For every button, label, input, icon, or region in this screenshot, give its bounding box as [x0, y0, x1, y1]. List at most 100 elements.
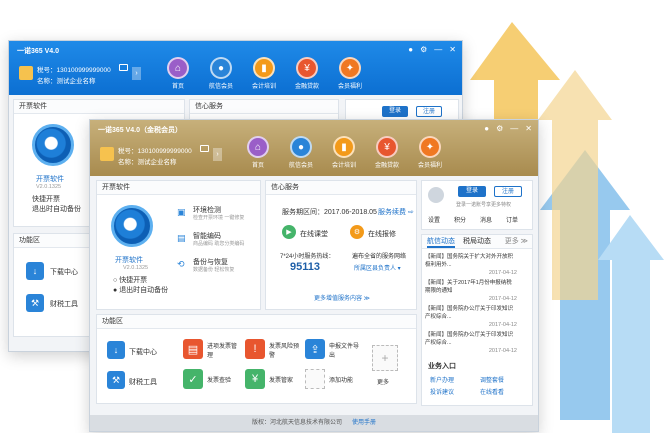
- add-function[interactable]: 添加功能: [329, 375, 353, 384]
- business-adjust-plan[interactable]: 调整套餐: [480, 375, 504, 384]
- download-icon: ↓: [26, 262, 44, 280]
- nav-training[interactable]: ▮ 会计培训: [330, 136, 358, 169]
- func-panel: 功能区 ↓ 下载中心 ⚒ 财税工具 ▤ 进项发票管理 ✓ 发票查验 ! 发票风险…: [96, 314, 417, 404]
- tab-aisino-news[interactable]: 航信动态: [427, 235, 455, 248]
- orders-link[interactable]: 订单: [506, 215, 518, 224]
- tax-tools[interactable]: 财税工具: [50, 299, 78, 309]
- more-functions[interactable]: 更多: [377, 377, 389, 386]
- input-invoice-manage[interactable]: 进项发票管理: [207, 341, 239, 359]
- nav-vip[interactable]: ● 航信会员: [207, 57, 235, 90]
- user-links: 设置 积分 消息 订单: [428, 215, 518, 224]
- member-icon: ●: [210, 57, 232, 79]
- more-services-link[interactable]: 更多增值服务内容 ≫: [314, 293, 370, 302]
- back-func-panel: 功能区 ↓ 下载中心 ⚒ 财税工具: [13, 233, 91, 337]
- user-panel: 登录 注册 登录一诺账号享更多特权 设置 积分 消息 订单: [421, 180, 533, 230]
- news-item[interactable]: 【新闻】国务院办公厅关于印发知识产权综合... 2017-04-12: [425, 331, 517, 355]
- settings-icon[interactable]: ⚙: [496, 124, 503, 133]
- invoice-app-logo[interactable]: [32, 124, 74, 166]
- invoice-app-logo[interactable]: [111, 205, 153, 247]
- renew-link[interactable]: 服务续费 ⇨: [378, 207, 414, 217]
- plus-icon: +: [372, 345, 398, 371]
- online-classroom[interactable]: 在线课堂: [300, 229, 328, 239]
- auto-backup-option[interactable]: 退出时自动备份: [32, 204, 81, 214]
- nav-loan[interactable]: ¥ 金融贷款: [293, 57, 321, 90]
- hotline-number: 95113: [290, 261, 320, 273]
- invoice-keeper-icon: ¥: [245, 369, 265, 389]
- nav-loan[interactable]: ¥ 金融贷款: [373, 136, 401, 169]
- login-button[interactable]: 登录: [458, 186, 486, 197]
- login-button[interactable]: 登录: [382, 106, 408, 117]
- business-new-account[interactable]: 新户办理: [430, 375, 454, 384]
- service-panel: 信心服务 服务期区间：2017.06-2018.05 服务续费 ⇨ ▶ 在线课堂…: [265, 180, 417, 310]
- switch-company-button[interactable]: ›: [213, 148, 222, 161]
- declaration-export[interactable]: 申报文件导出: [329, 341, 361, 359]
- quick-invoice-option[interactable]: 快捷开票: [32, 194, 60, 204]
- home-icon: ⌂: [167, 57, 189, 79]
- news-item[interactable]: 【新闻】国务院办公厅关于印发知识产权综合... 2017-04-12: [425, 305, 517, 329]
- panel-heading: 开票软件: [14, 100, 184, 114]
- smart-code-desc: 商品编码 助您分类编码: [193, 241, 245, 247]
- invoice-check[interactable]: 发票查验: [207, 375, 231, 384]
- close-icon[interactable]: ✕: [525, 124, 532, 133]
- business-complaint[interactable]: 投诉建议: [430, 387, 454, 396]
- book-icon: ▮: [333, 136, 355, 158]
- tax-number: 税号：130100999999000: [118, 148, 192, 155]
- info-icon[interactable]: ●: [484, 124, 489, 133]
- tax-tools[interactable]: 财税工具: [129, 377, 157, 387]
- nav-welfare[interactable]: ✦ 会员福利: [336, 57, 364, 90]
- news-item[interactable]: 【新闻】关于2017年1月份申报纳税期限的通知 2017-04-12: [425, 279, 517, 303]
- more-news-link[interactable]: 更多 ≫: [505, 235, 528, 248]
- messages-link[interactable]: 消息: [480, 215, 492, 224]
- quick-invoice-option[interactable]: ○ 快捷开票: [113, 275, 147, 285]
- switch-company-button[interactable]: ›: [132, 67, 141, 80]
- repair-icon: ⚙: [350, 225, 364, 239]
- invoice-app-name[interactable]: 开票软件: [36, 174, 64, 184]
- service-period: 服务期区间：2017.06-2018.05: [282, 209, 377, 216]
- tools-icon: ⚒: [26, 294, 44, 312]
- panel-heading: 功能区: [97, 315, 416, 329]
- register-button[interactable]: 注册: [494, 186, 522, 197]
- points-link[interactable]: 积分: [454, 215, 466, 224]
- loan-icon: ¥: [296, 57, 318, 79]
- nav-training[interactable]: ▮ 会计培训: [250, 57, 278, 90]
- minimize-icon[interactable]: —: [510, 124, 518, 133]
- front-window[interactable]: 一诺365 V4.0（金税会员） ● ⚙ — ✕ 税号：130100999999…: [89, 119, 539, 432]
- nav-welfare[interactable]: ✦ 会员福利: [416, 136, 444, 169]
- invoice-keeper[interactable]: 发票管家: [269, 375, 293, 384]
- settings-icon[interactable]: ⚙: [420, 45, 427, 54]
- building-icon: [19, 66, 33, 80]
- invoice-risk-warning[interactable]: 发票风险预警: [269, 341, 301, 359]
- panel-heading: 功能区: [14, 234, 90, 248]
- county-contact[interactable]: 所属区县负责人 ▾: [354, 263, 401, 272]
- close-icon[interactable]: ✕: [449, 45, 456, 54]
- gift-icon: ✦: [339, 57, 361, 79]
- download-center[interactable]: 下载中心: [129, 347, 157, 357]
- backup-icon: ⟲: [177, 259, 185, 269]
- news-panel: 航信动态 税局动态 更多 ≫ 【新闻】国务院关于扩大对外开放积极利用外... 20…: [421, 234, 533, 406]
- tools-icon: ⚒: [107, 371, 125, 389]
- panel-heading: 开票软件: [97, 181, 260, 195]
- business-online-view[interactable]: 在线看看: [480, 387, 504, 396]
- panel-heading: 信心服务: [190, 100, 338, 114]
- tab-tax-news[interactable]: 税局动态: [463, 235, 491, 248]
- news-item[interactable]: 【新闻】国务院关于扩大对外开放积极利用外... 2017-04-12: [425, 253, 517, 277]
- company-name: 名称：测试企业名称: [118, 159, 177, 166]
- info-icon[interactable]: ●: [408, 45, 413, 54]
- nav-vip[interactable]: ● 航信会员: [287, 136, 315, 169]
- download-icon: ↓: [107, 341, 125, 359]
- register-button[interactable]: 注册: [416, 106, 442, 117]
- settings-link[interactable]: 设置: [428, 215, 440, 224]
- download-center[interactable]: 下载中心: [50, 267, 78, 277]
- nav-home[interactable]: ⌂ 首页: [164, 57, 192, 90]
- user-manual-link[interactable]: 使用手册: [352, 420, 376, 426]
- building-icon: [100, 147, 114, 161]
- front-nav: ⌂ 首页 ● 航信会员 ▮ 会计培训 ¥ 金融贷款 ✦ 会员福利: [244, 136, 444, 169]
- nav-home[interactable]: ⌂ 首页: [244, 136, 272, 169]
- online-repair[interactable]: 在线报修: [368, 229, 396, 239]
- front-window-title: 一诺365 V4.0（金税会员）: [98, 127, 183, 134]
- auto-backup-option[interactable]: ● 退出时自动备份: [113, 285, 168, 295]
- loan-icon: ¥: [376, 136, 398, 158]
- minimize-icon[interactable]: —: [434, 45, 442, 54]
- invoice-app-name[interactable]: 开票软件: [115, 255, 143, 265]
- login-hint: 登录一诺账号享更多特权: [456, 202, 512, 208]
